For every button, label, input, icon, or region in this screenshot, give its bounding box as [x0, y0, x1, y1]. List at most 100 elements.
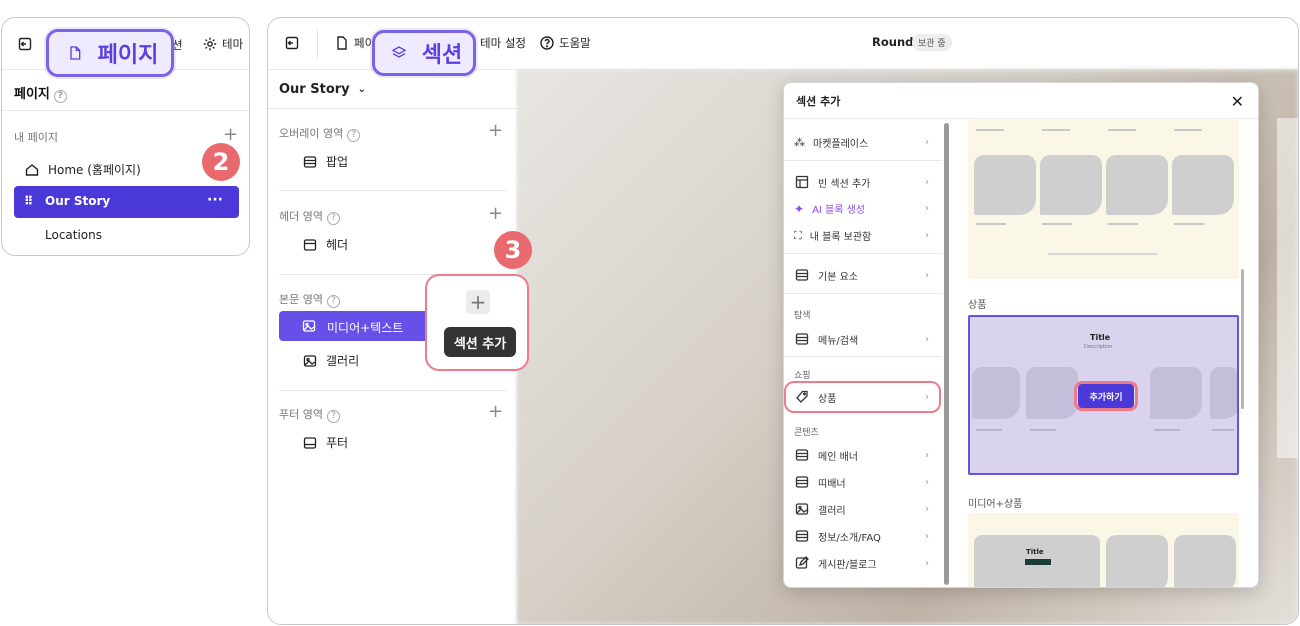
- menu-item-label: 갤러리: [818, 505, 846, 517]
- chevron-right-icon: ›: [925, 449, 929, 461]
- page-selector-label: Our Story: [279, 82, 350, 97]
- add-page-icon[interactable]: +: [223, 124, 238, 145]
- close-icon[interactable]: ✕: [1231, 92, 1244, 111]
- preview-title: Title: [1026, 548, 1044, 556]
- menu-item-gallery[interactable]: 갤러리 ›: [794, 501, 929, 517]
- chevron-right-icon: ›: [925, 557, 929, 569]
- placeholder-line: [976, 129, 1004, 131]
- placeholder-line: [1042, 129, 1070, 131]
- preview-product-thumb: [1150, 367, 1202, 419]
- sparkle-icon: ✦: [794, 201, 805, 216]
- section-block-icon: [302, 435, 318, 451]
- add-header-icon[interactable]: +: [488, 203, 503, 224]
- page-item-locations[interactable]: Locations: [45, 228, 102, 242]
- menu-item-menu-search[interactable]: 메뉴/검색 ›: [794, 331, 929, 347]
- pages-title-text: 페이지: [14, 87, 50, 102]
- help-icon[interactable]: ?: [326, 294, 340, 308]
- chevron-right-icon: ›: [925, 137, 929, 148]
- modal-title: 섹션 추가: [796, 94, 841, 108]
- topbar-page-partial[interactable]: 페이: [334, 35, 375, 51]
- menu-item-my-blocks[interactable]: ⛶ 내 블록 보관함 ›: [794, 228, 929, 244]
- placeholder-pagination: [1048, 253, 1158, 255]
- add-section-modal: 섹션 추가 ✕ ⁂ 마켓플레이스 › 빈 섹션 추가 › ✦ AI 블록 생성 ›: [783, 82, 1259, 588]
- section-item-label: 미디어+텍스트: [327, 321, 404, 335]
- help-icon[interactable]: ?: [53, 89, 67, 103]
- menu-item-board-blog[interactable]: 게시판/블로그 ›: [794, 555, 929, 571]
- preview-description: Description: [1084, 344, 1113, 350]
- section-block-icon: [302, 237, 318, 253]
- add-section-confirm-button[interactable]: 추가하기: [1078, 384, 1134, 408]
- square-icon: [794, 267, 810, 283]
- divider: [2, 110, 249, 111]
- menu-item-label: 정보/소개/FAQ: [818, 532, 881, 544]
- section-item-media-text[interactable]: 미디어+텍스트: [279, 311, 429, 341]
- divider: [279, 390, 506, 391]
- preview-scrollbar[interactable]: [1241, 269, 1244, 409]
- help-icon[interactable]: ?: [347, 128, 361, 142]
- add-footer-icon[interactable]: +: [488, 401, 503, 422]
- marketplace-icon: ⁂: [794, 136, 805, 149]
- menu-item-info-faq[interactable]: 정보/소개/FAQ ›: [794, 528, 929, 544]
- preview-card-top[interactable]: [968, 119, 1239, 279]
- document-icon: [334, 35, 350, 51]
- chevron-right-icon: ›: [925, 476, 929, 488]
- preview-card-product-selected[interactable]: Title Description 추가하기: [968, 315, 1239, 475]
- drag-handle-icon[interactable]: ⠿: [24, 194, 33, 208]
- preview-product-thumb: [974, 155, 1036, 215]
- chevron-down-icon: ⌄: [357, 84, 367, 95]
- add-overlay-icon[interactable]: +: [488, 120, 503, 141]
- page-item-our-story[interactable]: ⠿ Our Story ···: [14, 186, 239, 218]
- page-item-home[interactable]: Home (홈페이지): [24, 161, 141, 178]
- menu-item-label: 띠배너: [818, 478, 846, 490]
- menu-item-basic-elements[interactable]: 기본 요소 ›: [794, 267, 929, 283]
- topbar-theme-partial[interactable]: 테마: [202, 36, 243, 52]
- topbar-theme-settings[interactable]: 테마 설정: [480, 35, 526, 51]
- menu-item-marketplace[interactable]: ⁂ 마켓플레이스 ›: [794, 135, 929, 150]
- chevron-right-icon: ›: [925, 176, 929, 188]
- preview-card-media-product[interactable]: Title: [968, 513, 1239, 587]
- chevron-right-icon: ›: [925, 230, 929, 241]
- section-block-icon: [794, 528, 810, 544]
- section-item-gallery[interactable]: 갤러리: [302, 352, 359, 369]
- section-item-popup[interactable]: 팝업: [302, 153, 348, 170]
- gear-icon: [202, 36, 218, 52]
- section-block-icon: [794, 474, 810, 490]
- page-selector[interactable]: Our Story ⌄: [279, 82, 366, 97]
- editor-window: 페이 테마 설정 도움말 Round 보관 중 Our Story ⌄ 오버레이…: [267, 17, 1299, 625]
- help-icon[interactable]: ?: [326, 211, 340, 225]
- pages-title: 페이지?: [14, 83, 67, 103]
- section-item-header[interactable]: 헤더: [302, 236, 348, 253]
- preview-group-label-product: 상품: [968, 300, 987, 311]
- menu-item-main-banner[interactable]: 메인 배너 ›: [794, 447, 929, 463]
- preview-product-thumb: [1174, 535, 1236, 587]
- pages-callout-label: 페이지: [97, 43, 159, 68]
- section-item-footer[interactable]: 푸터: [302, 434, 348, 451]
- section-block-icon: [794, 447, 810, 463]
- menu-item-ai-block[interactable]: ✦ AI 블록 생성 ›: [794, 201, 929, 217]
- help-icon[interactable]: ?: [326, 409, 340, 423]
- preview-product-thumb: [1106, 155, 1168, 215]
- menu-item-label: 메뉴/검색: [818, 335, 859, 347]
- menu-scrollbar[interactable]: [944, 123, 949, 585]
- placeholder-line: [1212, 429, 1234, 431]
- menu-item-empty-section[interactable]: 빈 섹션 추가 ›: [794, 174, 929, 190]
- add-section-tooltip: 섹션 추가: [444, 327, 516, 357]
- placeholder-line: [1108, 223, 1138, 225]
- placeholder-line: [1030, 429, 1056, 431]
- exit-icon[interactable]: [17, 36, 33, 52]
- exit-icon[interactable]: [284, 35, 300, 51]
- page-item-label: Home (홈페이지): [48, 163, 141, 177]
- menu-item-label: 빈 섹션 추가: [818, 178, 871, 190]
- more-icon[interactable]: ···: [207, 192, 223, 208]
- topbar-help[interactable]: 도움말: [539, 35, 591, 51]
- step-badge-2: 2: [202, 143, 240, 181]
- preview-title: Title: [1090, 333, 1111, 342]
- site-name: Round: [872, 35, 914, 49]
- menu-item-label: 기본 요소: [818, 271, 858, 283]
- add-section-plus-icon[interactable]: +: [466, 290, 490, 314]
- menu-item-label: 내 블록 보관함: [809, 232, 872, 243]
- image-icon: [302, 353, 318, 369]
- chevron-right-icon: ›: [925, 269, 929, 281]
- menu-item-strip-banner[interactable]: 띠배너 ›: [794, 474, 929, 490]
- divider: [784, 356, 942, 357]
